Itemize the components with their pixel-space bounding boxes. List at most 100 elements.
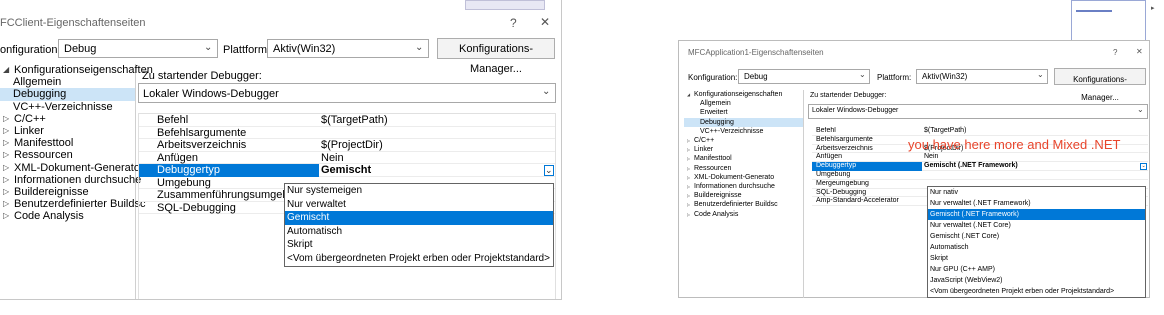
option-nur-verwaltet[interactable]: Nur verwaltet (285, 198, 553, 212)
option-nur-nativ[interactable]: Nur nativ (928, 187, 1145, 198)
property-value: Gemischt (321, 164, 372, 176)
tree-item-informationen-durchsuche[interactable]: ▷ Informationen durchsuche (684, 182, 803, 191)
tree-item-label: Linker (694, 146, 714, 154)
debugger-value: Lokaler Windows-Debugger (812, 107, 899, 114)
expand-arrow-icon[interactable]: ▷ (3, 113, 9, 125)
option-gemischt[interactable]: Gemischt (285, 211, 553, 225)
property-row-befehlsargumente[interactable]: Befehlsargumente (139, 127, 555, 139)
tree-item-vc-verzeichnisse[interactable]: VC++-Verzeichnisse (684, 127, 803, 136)
tree-item-c-c[interactable]: ▷ C/C++ (0, 113, 135, 125)
help-button[interactable]: ? (510, 16, 517, 30)
property-row-umgebung[interactable]: Umgebung (812, 171, 1148, 180)
expand-arrow-icon[interactable]: ▷ (687, 210, 690, 219)
dropdown-toggle-button[interactable]: ⌄ (1140, 163, 1147, 170)
option-automatisch[interactable]: Automatisch (285, 225, 553, 239)
configuration-label: Konfiguration: (688, 73, 738, 82)
expand-arrow-icon[interactable]: ▷ (687, 173, 690, 182)
property-row-befehl[interactable]: Befehl $(TargetPath) (812, 127, 1148, 136)
configuration-manager-button[interactable]: Konfigurations-Manager... (1054, 68, 1146, 102)
chevron-right-icon: ▸ (1151, 5, 1155, 12)
tree-item-informationen-durchsuche[interactable]: ▷ Informationen durchsuche (0, 174, 141, 186)
option-nur-systemeigen[interactable]: Nur systemeigen (285, 184, 553, 198)
property-name: SQL-Debugging (816, 188, 867, 196)
platform-dropdown[interactable]: Aktiv(Win32) ⌄ (267, 39, 429, 58)
expand-arrow-icon[interactable]: ▷ (687, 200, 690, 209)
tree-item-debugging[interactable]: Debugging (0, 88, 135, 101)
expand-arrow-icon[interactable]: ▷ (3, 125, 9, 137)
tree-item-linker[interactable]: ▷ Linker (0, 125, 135, 137)
chevron-down-icon: ⌄ (1137, 105, 1144, 114)
configuration-value: Debug (64, 43, 97, 55)
option-vom-bergeordneten-projekt-erben-oder-projektstandard[interactable]: <Vom übergeordneten Projekt erben oder P… (285, 252, 553, 266)
expand-arrow-icon[interactable]: ▷ (3, 198, 9, 210)
tree-item-code-analysis[interactable]: ▷ Code Analysis (684, 210, 803, 219)
chevron-down-icon: ⌄ (859, 70, 866, 79)
option-nur-gpu-c-amp[interactable]: Nur GPU (C++ AMP) (928, 264, 1145, 275)
option-gemischt-net-core[interactable]: Gemischt (.NET Core) (928, 231, 1145, 242)
property-row-befehl[interactable]: Befehl $(TargetPath) (139, 114, 555, 127)
expand-arrow-icon[interactable]: ▷ (3, 137, 9, 149)
expand-arrow-icon[interactable]: ▷ (3, 186, 9, 198)
property-row-debuggertyp[interactable]: Debuggertyp Gemischt (.NET Framework) ⌄ (812, 162, 1148, 171)
tree-item-allgemein[interactable]: Allgemein (684, 99, 803, 108)
expand-arrow-icon[interactable]: ▷ (3, 149, 9, 161)
tree-item-manifesttool[interactable]: ▷ Manifesttool (0, 137, 135, 149)
platform-dropdown[interactable]: Aktiv(Win32) ⌄ (916, 69, 1048, 84)
close-button[interactable]: ✕ (540, 15, 550, 29)
tree-item-konfigurationseigenschaften[interactable]: ◢ Konfigurationseigenschaften (0, 64, 153, 76)
collapse-arrow-icon[interactable]: ◢ (687, 90, 690, 99)
option-nur-verwaltet-net-framework[interactable]: Nur verwaltet (.NET Framework) (928, 198, 1145, 209)
property-row-anf-gen[interactable]: Anfügen Nein (812, 153, 1148, 163)
tree-item-ressourcen[interactable]: ▷ Ressourcen (684, 164, 803, 173)
expand-arrow-icon[interactable]: ▷ (687, 136, 690, 145)
property-row-arbeitsverzeichnis[interactable]: Arbeitsverzeichnis $(ProjectDir) (139, 139, 555, 152)
expand-arrow-icon[interactable]: ▷ (3, 210, 9, 222)
option-skript[interactable]: Skript (285, 238, 553, 252)
tree-item-vc-verzeichnisse[interactable]: VC++-Verzeichnisse (0, 101, 135, 113)
option-javascript-webview2[interactable]: JavaScript (WebView2) (928, 275, 1145, 286)
close-button[interactable]: ✕ (1136, 47, 1143, 56)
tree-item-c-c[interactable]: ▷ C/C++ (684, 136, 803, 145)
tree-item-buildereignisse[interactable]: ▷ Buildereignisse (0, 186, 135, 198)
tree-item-label: Buildereignisse (694, 192, 742, 200)
configuration-manager-button[interactable]: Konfigurations-Manager... (437, 38, 555, 75)
tree-item-benutzerdefinierter-buildsc[interactable]: ▷ Benutzerdefinierter Buildsc (684, 200, 803, 209)
option-automatisch[interactable]: Automatisch (928, 242, 1145, 253)
tree-item-linker[interactable]: ▷ Linker (684, 145, 803, 154)
expand-arrow-icon[interactable]: ▷ (687, 191, 690, 200)
tree-item-ressourcen[interactable]: ▷ Ressourcen (0, 149, 135, 161)
tree-item-buildereignisse[interactable]: ▷ Buildereignisse (684, 191, 803, 200)
tree-item-erweitert[interactable]: Erweitert (684, 108, 803, 117)
configuration-dropdown[interactable]: Debug ⌄ (738, 69, 870, 84)
property-row-debuggertyp[interactable]: Debuggertyp Gemischt ⌄ (139, 164, 555, 177)
expand-arrow-icon[interactable]: ▷ (687, 154, 690, 163)
debugger-dropdown[interactable]: Lokaler Windows-Debugger ⌄ (808, 104, 1148, 119)
tree-item-debugging[interactable]: Debugging (684, 117, 803, 127)
option-nur-verwaltet-net-core[interactable]: Nur verwaltet (.NET Core) (928, 220, 1145, 231)
expand-arrow-icon[interactable]: ▷ (3, 174, 9, 186)
window-title: FCClient-Eigenschaftenseiten (0, 17, 146, 29)
tree-item-konfigurationseigenschaften[interactable]: ◢ Konfigurationseigenschaften (684, 90, 803, 99)
help-button[interactable]: ? (1113, 48, 1117, 57)
tree-item-manifesttool[interactable]: ▷ Manifesttool (684, 154, 803, 163)
tree-item-xml-dokument-generato[interactable]: ▷ XML-Dokument-Generato (0, 162, 140, 174)
option-skript[interactable]: Skript (928, 253, 1145, 264)
option-vom-bergeordneten-projekt-erben-oder-projektstandard[interactable]: <Vom übergeordneten Projekt erben oder P… (928, 286, 1145, 297)
expand-arrow-icon[interactable]: ▷ (3, 162, 9, 174)
expand-arrow-icon[interactable]: ▷ (687, 182, 690, 191)
expand-arrow-icon[interactable]: ▷ (687, 164, 690, 173)
tree-item-benutzerdefinierter-buildsc[interactable]: ▷ Benutzerdefinierter Buildsc (0, 198, 145, 210)
tree-item-label: Ressourcen (14, 149, 73, 162)
tree-item-allgemein[interactable]: Allgemein (0, 76, 135, 88)
debugger-dropdown[interactable]: Lokaler Windows-Debugger ⌄ (138, 83, 556, 103)
property-row-anf-gen[interactable]: Anfügen Nein (139, 151, 555, 164)
property-name: Anfügen (157, 151, 198, 164)
collapse-arrow-icon[interactable]: ◢ (3, 64, 9, 76)
option-gemischt-net-framework[interactable]: Gemischt (.NET Framework) (928, 209, 1145, 220)
tree-item-label: Manifesttool (694, 155, 732, 163)
expand-arrow-icon[interactable]: ▷ (687, 145, 690, 154)
tree-item-code-analysis[interactable]: ▷ Code Analysis (0, 210, 135, 222)
tree-item-xml-dokument-generato[interactable]: ▷ XML-Dokument-Generato (684, 173, 803, 182)
dropdown-toggle-button[interactable]: ⌄ (543, 165, 554, 176)
configuration-dropdown[interactable]: Debug ⌄ (58, 39, 218, 58)
